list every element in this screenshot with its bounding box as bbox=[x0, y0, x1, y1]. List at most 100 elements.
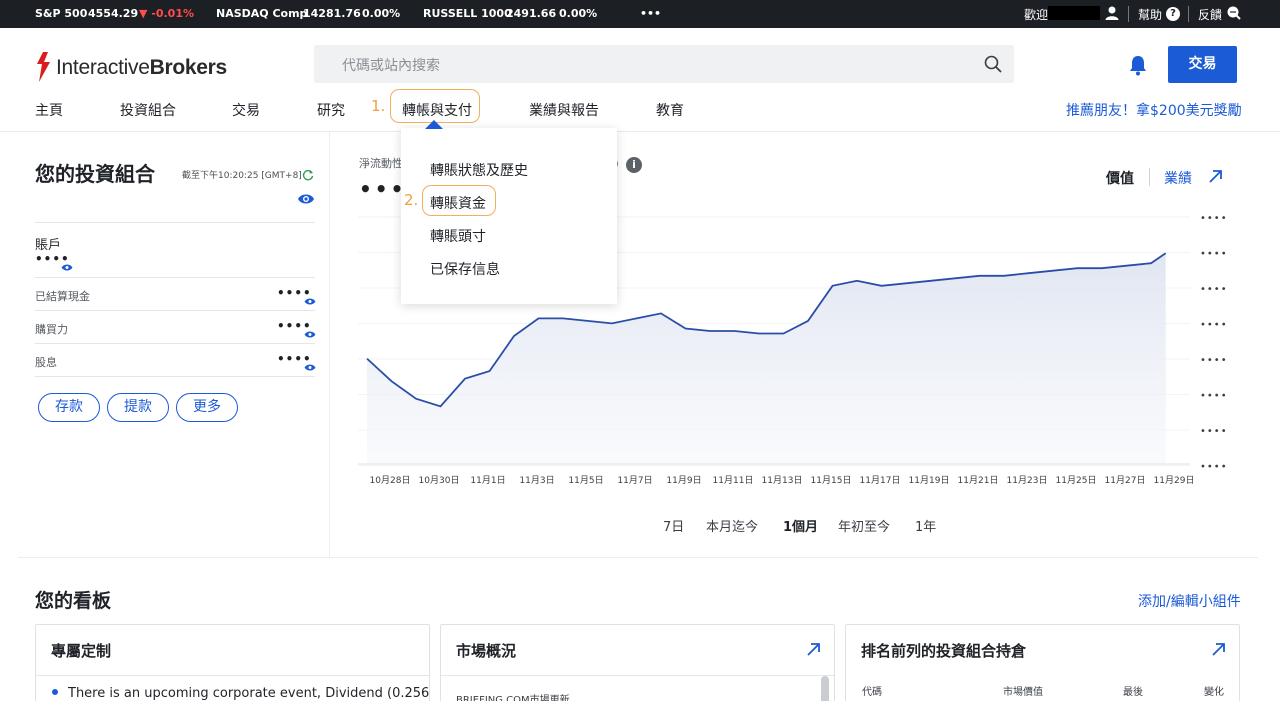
ticker-sp500-name: S&P 500 bbox=[35, 7, 88, 20]
card-divider bbox=[36, 675, 429, 676]
card-title: 專屬定制 bbox=[51, 642, 112, 660]
menu-item-transfer-positions[interactable]: 轉賬頭寸 bbox=[430, 226, 486, 246]
y-tick-label: •••• bbox=[1200, 391, 1228, 402]
range-1y[interactable]: 1年 bbox=[915, 516, 936, 535]
ib-logo-mark-icon bbox=[37, 52, 50, 82]
nav-home[interactable]: 主頁 bbox=[35, 100, 63, 120]
search-input[interactable]: 代碼或站內搜索 bbox=[314, 45, 1014, 83]
x-tick-label: 11月9日 bbox=[666, 475, 701, 486]
ticker-nasdaq-value: 14281.76 bbox=[303, 7, 361, 20]
deposit-button[interactable]: 存款 bbox=[38, 393, 100, 422]
separator bbox=[35, 277, 315, 278]
menu-item-transfer-status[interactable]: 轉賬狀態及歷史 bbox=[430, 160, 528, 180]
notification-text[interactable]: There is an upcoming corporate event, Di… bbox=[68, 686, 429, 701]
net-liquidity-masked-value: ••• bbox=[359, 177, 407, 201]
toggle-performance[interactable]: 業績 bbox=[1164, 168, 1192, 188]
y-tick-label: •••• bbox=[1200, 426, 1228, 437]
expand-arrow-icon[interactable] bbox=[1208, 169, 1223, 188]
x-tick-label: 11月7日 bbox=[617, 475, 652, 486]
y-tick-label: •••• bbox=[1200, 462, 1228, 473]
card-divider bbox=[441, 675, 834, 676]
range-1m[interactable]: 1個月 bbox=[783, 516, 818, 535]
user-icon[interactable] bbox=[1104, 5, 1120, 24]
dashboard-title: 您的看板 bbox=[35, 590, 112, 612]
x-tick-label: 11月21日 bbox=[958, 475, 999, 486]
ib-logo[interactable]: InteractiveBrokers bbox=[34, 50, 254, 86]
card-title: 排名前列的投資組合持倉 bbox=[861, 642, 1027, 660]
x-tick-label: 11月17日 bbox=[860, 475, 901, 486]
nav-trade[interactable]: 交易 bbox=[232, 100, 260, 120]
feedback-link[interactable]: 反饋 bbox=[1198, 6, 1222, 23]
nav-transfer-pay[interactable]: 轉帳與支付 bbox=[402, 100, 472, 120]
account-eye-icon[interactable] bbox=[61, 257, 73, 276]
buying-power-label: 購買力 bbox=[35, 323, 68, 336]
buying-power-eye-icon[interactable] bbox=[304, 324, 316, 343]
range-mtd[interactable]: 本月迄今 bbox=[706, 516, 758, 535]
card-top-holdings: 排名前列的投資組合持倉 代碼 市場價值 最後 變化 bbox=[845, 624, 1240, 701]
trade-button[interactable]: 交易 bbox=[1168, 46, 1237, 83]
more-button[interactable]: 更多 bbox=[176, 393, 238, 422]
refresh-icon[interactable] bbox=[302, 166, 314, 185]
x-tick-label: 11月19日 bbox=[909, 475, 950, 486]
column-header-market-value[interactable]: 市場價值 bbox=[1003, 683, 1043, 698]
x-tick-label: 11月15日 bbox=[811, 475, 852, 486]
x-tick-label: 11月25日 bbox=[1056, 475, 1097, 486]
toggle-value[interactable]: 價值 bbox=[1106, 168, 1134, 188]
nav-education[interactable]: 教育 bbox=[656, 100, 684, 120]
nav-performance-reports[interactable]: 業績與報告 bbox=[529, 100, 599, 120]
expand-arrow-icon[interactable] bbox=[806, 642, 821, 661]
x-tick-label: 11月13日 bbox=[762, 475, 803, 486]
x-tick-label: 10月30日 bbox=[419, 475, 460, 486]
market-news-item[interactable]: BRIEFING.COM市場更新 bbox=[456, 691, 570, 701]
ticker-bar: S&P 500 4554.29 ▼ -0.01% NASDAQ Comp 142… bbox=[0, 0, 1280, 28]
search-placeholder: 代碼或站內搜索 bbox=[342, 58, 440, 74]
panel-divider bbox=[329, 132, 330, 557]
search-icon[interactable] bbox=[984, 55, 1002, 73]
expand-arrow-icon[interactable] bbox=[1211, 642, 1226, 661]
portfolio-title: 您的投資組合 bbox=[35, 162, 155, 186]
withdraw-button[interactable]: 提款 bbox=[107, 393, 169, 422]
y-tick-label: •••• bbox=[1200, 284, 1228, 295]
separator bbox=[35, 376, 315, 377]
y-tick-label: •••• bbox=[1200, 355, 1228, 366]
feedback-icon[interactable] bbox=[1226, 5, 1242, 24]
column-header-last[interactable]: 最後 bbox=[1123, 683, 1143, 698]
separator bbox=[35, 343, 315, 344]
notification-bell-icon[interactable] bbox=[1127, 54, 1149, 80]
ticker-russell-name: RUSSELL 1000 bbox=[423, 7, 512, 20]
help-icon[interactable]: ? bbox=[1166, 6, 1180, 21]
nav-research[interactable]: 研究 bbox=[317, 100, 345, 120]
ticker-more-button[interactable]: ••• bbox=[640, 7, 661, 20]
scrollbar-thumb[interactable] bbox=[821, 676, 829, 701]
refer-friend-link[interactable]: 推薦朋友！拿$200美元獎勵 bbox=[1066, 100, 1242, 120]
menu-item-saved-info[interactable]: 已保存信息 bbox=[430, 259, 500, 279]
column-header-symbol[interactable]: 代碼 bbox=[862, 683, 882, 698]
x-tick-label: 11月1日 bbox=[470, 475, 505, 486]
ticker-nasdaq-change: 0.00% bbox=[362, 7, 401, 20]
separator bbox=[35, 222, 315, 223]
bullet-icon bbox=[52, 689, 58, 695]
portfolio-timestamp: 截至下午10:20:25 [GMT+8] bbox=[182, 171, 302, 181]
ticker-russell-change: 0.00% bbox=[559, 7, 598, 20]
account-label: 賬戶 bbox=[35, 238, 62, 253]
range-ytd[interactable]: 年初至今 bbox=[838, 516, 890, 535]
nav-portfolio[interactable]: 投資組合 bbox=[120, 100, 176, 120]
dividends-eye-icon[interactable] bbox=[304, 357, 316, 376]
add-edit-widgets-link[interactable]: 添加/編輯小組件 bbox=[1138, 591, 1241, 611]
eye-icon[interactable] bbox=[297, 191, 315, 210]
dividends-label: 股息 bbox=[35, 356, 57, 369]
ticker-sp500-value: 4554.29 bbox=[88, 7, 139, 20]
x-tick-label: 11月11日 bbox=[713, 475, 754, 486]
column-header-change[interactable]: 變化 bbox=[1204, 683, 1224, 698]
separator bbox=[35, 310, 315, 311]
range-7d[interactable]: 7日 bbox=[663, 516, 684, 535]
settled-cash-label: 已結算現金 bbox=[35, 290, 90, 303]
ticker-russell-value: 2491.66 bbox=[506, 7, 557, 20]
settled-cash-eye-icon[interactable] bbox=[304, 291, 316, 310]
info-icon[interactable]: i bbox=[626, 157, 642, 173]
menu-item-transfer-funds[interactable]: 轉賬資金 bbox=[430, 193, 486, 213]
step-1-marker: 1. bbox=[371, 97, 386, 115]
net-liquidity-label: 淨流動性 bbox=[359, 157, 403, 170]
help-link[interactable]: 幫助 bbox=[1138, 6, 1162, 23]
x-tick-label: 11月3日 bbox=[519, 475, 554, 486]
